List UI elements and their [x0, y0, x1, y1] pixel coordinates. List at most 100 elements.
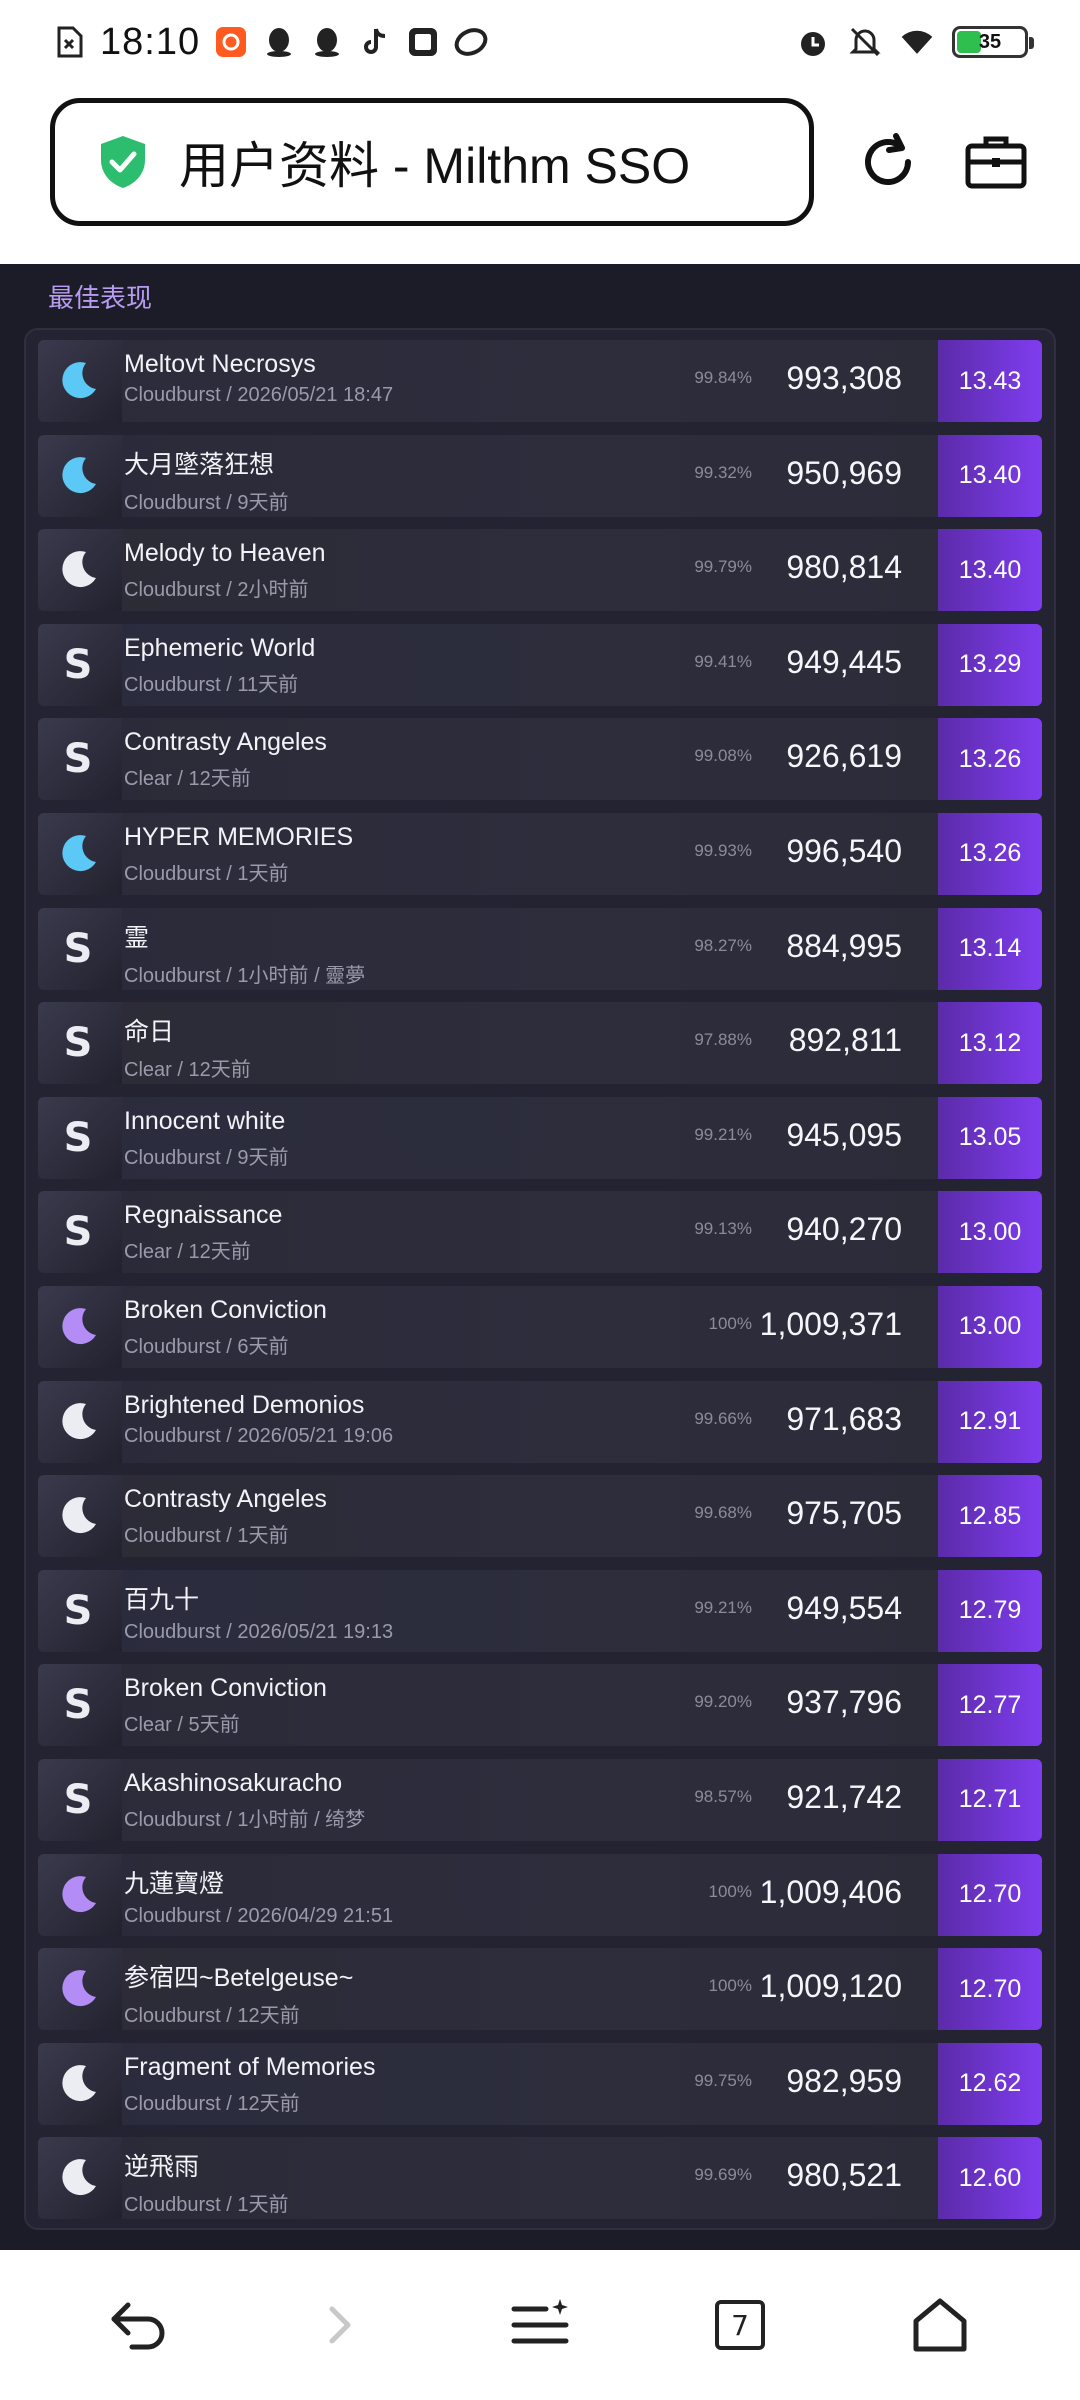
- menu-button[interactable]: [500, 2285, 580, 2365]
- song-info: 大月墜落狂想 Cloudburst / 9天前: [124, 445, 644, 515]
- app-icon: [454, 25, 488, 59]
- score-row[interactable]: S 百九十 Cloudburst / 2026/05/21 19:13 99.21% 9…: [38, 1569, 1042, 1652]
- chevron-right-icon: [329, 2306, 351, 2344]
- forward-button[interactable]: [300, 2285, 380, 2365]
- score-row[interactable]: S Innocent white Cloudburst / 9天前 99.21% 945…: [38, 1096, 1042, 1179]
- score-list: Meltovt Necrosys Cloudburst / 2026/05/21 …: [38, 340, 1042, 2232]
- song-subtitle: Cloudburst / 9天前: [124, 491, 289, 514]
- song-subtitle: Clear / 12天前: [124, 768, 251, 791]
- rank-s-icon: S: [63, 736, 93, 783]
- score-row[interactable]: S Contrasty Angeles Clear / 12天前 99.08% 926,…: [38, 718, 1042, 801]
- song-subtitle: Cloudburst / 1天前: [124, 2194, 289, 2217]
- song-title: Contrasty Angeles: [124, 728, 327, 757]
- score-row[interactable]: Fragment of Memories Cloudburst / 12天前 99.…: [38, 2042, 1042, 2125]
- song-title: Ephemeric World: [124, 633, 316, 662]
- score-row[interactable]: S Regnaissance Clear / 12天前 99.13% 940,270 13…: [38, 1191, 1042, 1274]
- score-value: 945,095: [786, 1116, 902, 1153]
- song-subtitle: Clear / 5天前: [124, 1714, 240, 1737]
- song-info: 逆飛雨 Cloudburst / 1天前: [124, 2147, 644, 2217]
- song-title: 百九十: [124, 1585, 200, 1614]
- song-info: 参宿四~Betelgeuse~ Cloudburst / 12天前: [124, 1958, 644, 2028]
- accuracy: 97.88%: [694, 1030, 752, 1050]
- tieba-icon: [406, 25, 440, 59]
- score-row[interactable]: 九蓮寶燈 Cloudburst / 2026/04/29 21:51 100% 1,0…: [38, 1853, 1042, 1936]
- score-row[interactable]: Contrasty Angeles Cloudburst / 1天前 99.68% 9…: [38, 1475, 1042, 1558]
- song-info: Broken Conviction Clear / 5天前: [124, 1674, 644, 1737]
- rank-moon-icon: [54, 1965, 102, 2013]
- song-info: 命日 Clear / 12天前: [124, 1012, 644, 1082]
- score-row[interactable]: S 命日 Clear / 12天前 97.88% 892,811 13.12: [38, 1002, 1042, 1085]
- score-value: 980,814: [786, 549, 902, 586]
- reload-icon: [865, 133, 911, 185]
- briefcase-icon: [965, 136, 1027, 189]
- score-value: 949,554: [786, 1589, 902, 1626]
- sim-off-icon: [52, 25, 86, 59]
- rank-moon-icon: [54, 1492, 102, 1540]
- browser-toolbar: 用户资料 - Milthm SSO: [0, 84, 1080, 264]
- score-row[interactable]: 逆飛雨 Cloudburst / 1天前 99.69% 980,521 12.60: [38, 2137, 1042, 2220]
- tiktok-icon: [358, 25, 392, 59]
- rating-badge: 12.91: [938, 1380, 1042, 1463]
- song-subtitle: Cloudburst / 2小时前: [124, 579, 309, 602]
- score-value: 975,705: [786, 1495, 902, 1532]
- rating-badge: 12.85: [938, 1475, 1042, 1558]
- song-title: Broken Conviction: [124, 1674, 327, 1703]
- toolbox-button[interactable]: [960, 126, 1032, 198]
- home-button[interactable]: [900, 2285, 980, 2365]
- song-info: Brightened Demonios Cloudburst / 2026/05/…: [124, 1391, 644, 1448]
- qq-icon: [310, 25, 344, 59]
- score-row[interactable]: Melody to Heaven Cloudburst / 2小时前 99.79% 9…: [38, 529, 1042, 612]
- song-subtitle: Cloudburst / 1天前: [124, 1525, 289, 1548]
- song-subtitle: Cloudburst / 9天前: [124, 1146, 289, 1169]
- rating-badge: 12.79: [938, 1569, 1042, 1652]
- reload-button[interactable]: [852, 124, 924, 200]
- song-subtitle: Cloudburst / 12天前: [124, 2092, 300, 2115]
- accuracy: 99.68%: [694, 1503, 752, 1523]
- song-info: 百九十 Cloudburst / 2026/05/21 19:13: [124, 1580, 644, 1644]
- secure-shield-icon: [101, 136, 145, 188]
- accuracy: 99.08%: [694, 746, 752, 766]
- tabs-button[interactable]: 7: [700, 2285, 780, 2365]
- song-title: Akashinosakuracho: [124, 1768, 343, 1797]
- mute-icon: [848, 25, 882, 59]
- accuracy: 100%: [708, 1976, 752, 1996]
- score-row[interactable]: 大月墜落狂想 Cloudburst / 9天前 99.32% 950,969 13.40: [38, 434, 1042, 517]
- back-arrow-icon: [111, 2302, 165, 2350]
- song-title: HYPER MEMORIES: [124, 822, 354, 851]
- song-title: Innocent white: [124, 1106, 286, 1135]
- song-info: 九蓮寶燈 Cloudburst / 2026/04/29 21:51: [124, 1864, 644, 1928]
- score-row[interactable]: HYPER MEMORIES Cloudburst / 1天前 99.93% 996,…: [38, 812, 1042, 895]
- score-row[interactable]: Broken Conviction Cloudburst / 6天前 100% 1,0…: [38, 1285, 1042, 1368]
- tab-count: 7: [715, 2300, 765, 2350]
- song-info: Akashinosakuracho Cloudburst / 1小时前 / 绮梦: [124, 1769, 644, 1832]
- score-row[interactable]: S 霊 Cloudburst / 1小时前 / 靈夢 98.27% 884,995 13.…: [38, 907, 1042, 990]
- status-bar: 18:10 35: [0, 0, 1080, 84]
- rating-badge: 13.29: [938, 623, 1042, 706]
- accuracy: 100%: [708, 1881, 752, 1901]
- rating-badge: 13.26: [938, 812, 1042, 895]
- score-row[interactable]: 参宿四~Betelgeuse~ Cloudburst / 12天前 100% 1,00…: [38, 1948, 1042, 2031]
- accuracy: 99.21%: [694, 1597, 752, 1617]
- accuracy: 99.79%: [694, 557, 752, 577]
- address-bar[interactable]: 用户资料 - Milthm SSO: [50, 98, 814, 226]
- score-value: 937,796: [786, 1684, 902, 1721]
- rating-badge: 12.77: [938, 1664, 1042, 1747]
- rank-moon-icon: [54, 1871, 102, 1919]
- score-row[interactable]: S Akashinosakuracho Cloudburst / 1小时前 / 绮梦…: [38, 1758, 1042, 1841]
- accuracy: 99.69%: [694, 2165, 752, 2185]
- bottom-nav: 7: [0, 2250, 1080, 2400]
- song-info: Melody to Heaven Cloudburst / 2小时前: [124, 539, 644, 602]
- score-row[interactable]: Brightened Demonios Cloudburst / 2026/05/…: [38, 1380, 1042, 1463]
- score-row[interactable]: S Broken Conviction Clear / 5天前 99.20% 937,7…: [38, 1664, 1042, 1747]
- rank-moon-icon: [54, 1398, 102, 1446]
- accuracy: 99.75%: [694, 2070, 752, 2090]
- song-title: 命日: [124, 1018, 175, 1047]
- score-value: 1,009,371: [759, 1305, 902, 1342]
- accuracy: 99.20%: [694, 1692, 752, 1712]
- score-value: 940,270: [786, 1211, 902, 1248]
- rank-s-icon: S: [63, 1209, 93, 1256]
- rank-moon-icon: [54, 357, 102, 405]
- score-row[interactable]: S Ephemeric World Cloudburst / 11天前 99.41% 9…: [38, 623, 1042, 706]
- score-row[interactable]: Meltovt Necrosys Cloudburst / 2026/05/21 …: [38, 340, 1042, 422]
- back-button[interactable]: [100, 2285, 180, 2365]
